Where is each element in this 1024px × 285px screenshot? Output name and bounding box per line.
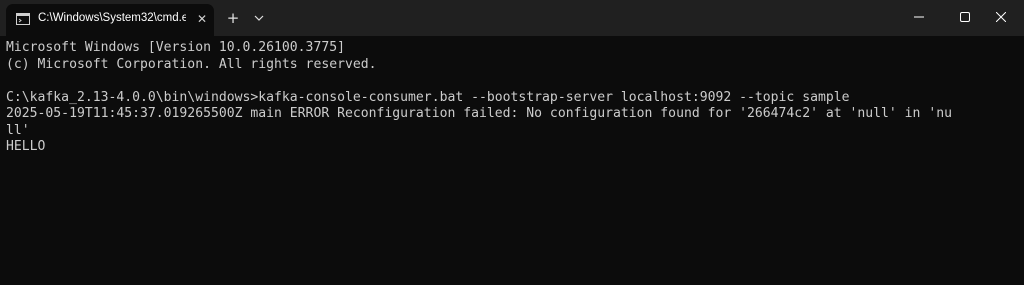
new-tab-button[interactable]: +	[222, 7, 244, 29]
console-output[interactable]: Microsoft Windows [Version 10.0.26100.37…	[6, 40, 1016, 156]
close-window-button[interactable]	[978, 0, 1024, 34]
console-line: Microsoft Windows [Version 10.0.26100.37…	[6, 40, 345, 55]
cmd-icon	[16, 13, 30, 25]
console-line: (c) Microsoft Corporation. All rights re…	[6, 56, 377, 72]
minimize-icon	[914, 16, 924, 18]
console-line: ll'	[6, 122, 30, 138]
console-line: 2025-05-19T11:45:37.019265500Z main ERRO…	[6, 106, 952, 121]
title-bar[interactable]: C:\Windows\System32\cmd.e ✕ +	[0, 0, 1024, 36]
tab-dropdown-button[interactable]	[250, 7, 268, 29]
tab-close-button[interactable]: ✕	[194, 11, 210, 27]
maximize-icon	[960, 12, 970, 22]
console-line: C:\kafka_2.13-4.0.0\bin\windows>kafka-co…	[6, 89, 850, 105]
chevron-down-icon	[254, 15, 264, 21]
tab-cmd[interactable]: C:\Windows\System32\cmd.e ✕	[6, 4, 214, 36]
terminal-window: C:\Windows\System32\cmd.e ✕ + Microsoft …	[0, 0, 1024, 285]
close-icon	[996, 12, 1006, 22]
tab-title: C:\Windows\System32\cmd.e	[38, 12, 186, 24]
minimize-button[interactable]	[896, 0, 942, 34]
console-line: HELLO	[6, 139, 46, 154]
